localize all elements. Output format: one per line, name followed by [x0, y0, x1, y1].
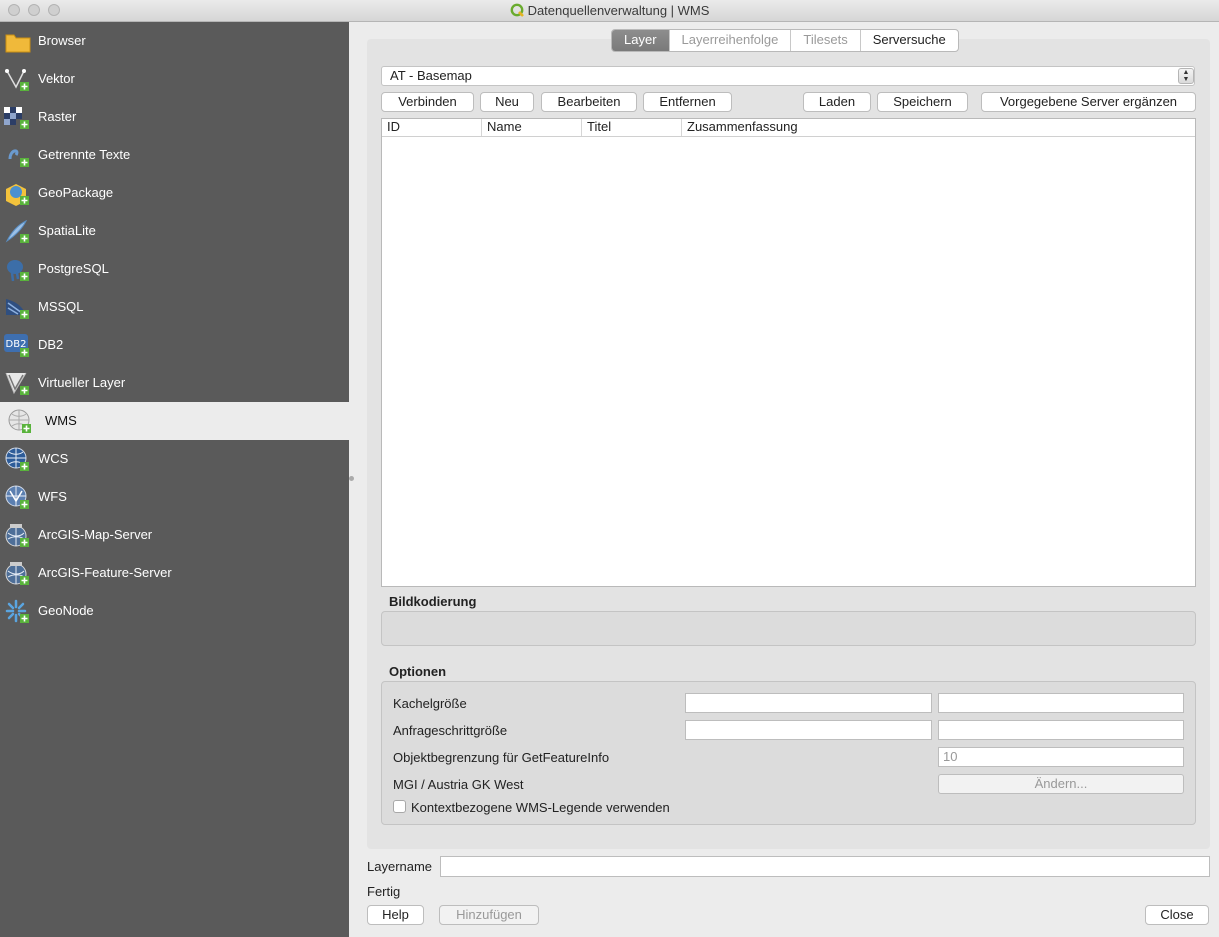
- wms-globe-icon: [6, 409, 34, 435]
- tab-tilesets[interactable]: Tilesets: [790, 30, 859, 51]
- window-title: Datenquellenverwaltung | WMS: [527, 3, 710, 18]
- postgresql-icon: [4, 257, 32, 283]
- options-heading: Optionen: [389, 664, 447, 679]
- help-button[interactable]: Help: [367, 905, 424, 925]
- sidebar-item-label: ArcGIS-Map-Server: [38, 527, 153, 542]
- updown-chevron-icon: ▲ ▼: [1178, 68, 1194, 84]
- sidebar-item-label: ArcGIS-Feature-Server: [38, 565, 172, 580]
- layername-label: Layername: [367, 859, 433, 874]
- wfs-globe-icon: [4, 485, 32, 511]
- connection-select[interactable]: AT - Basemap ▲ ▼: [381, 66, 1195, 86]
- column-header-name[interactable]: Name: [482, 119, 582, 136]
- sidebar-item-label: Browser: [38, 33, 86, 48]
- close-button[interactable]: Close: [1145, 905, 1209, 925]
- sidebar-item-label: DB2: [38, 337, 64, 352]
- geonode-icon: [4, 599, 32, 625]
- request-step-label: Anfrageschrittgröße: [393, 723, 508, 738]
- sidebar-item-wcs[interactable]: WCS: [0, 440, 349, 478]
- contextual-legend-label: Kontextbezogene WMS-Legende verwenden: [411, 800, 670, 815]
- feature-limit-label: Objektbegrenzung für GetFeatureInfo: [393, 750, 610, 765]
- sidebar-item-arcgis-feature-server[interactable]: ArcGIS-Feature-Server: [0, 554, 349, 592]
- sidebar-item-label: MSSQL: [38, 299, 84, 314]
- sidebar-item-label: SpatiaLite: [38, 223, 96, 238]
- sidebar-item-label: PostgreSQL: [38, 261, 109, 276]
- sidebar-item-raster[interactable]: Raster: [0, 98, 349, 136]
- load-button[interactable]: Laden: [803, 92, 871, 112]
- remove-button[interactable]: Entfernen: [643, 92, 732, 112]
- mssql-icon: [4, 295, 32, 321]
- column-header-title[interactable]: Titel: [582, 119, 682, 136]
- tab-bar: Layer Layerreihenfolge Tilesets Serversu…: [611, 29, 959, 52]
- connect-button[interactable]: Verbinden: [381, 92, 474, 112]
- sidebar-item-label: WCS: [38, 451, 69, 466]
- table-header: ID Name Titel Zusammenfassung: [382, 119, 1195, 137]
- edit-button[interactable]: Bearbeiten: [541, 92, 637, 112]
- arcgis-map-icon: [4, 523, 32, 549]
- sidebar-item-postgresql[interactable]: PostgreSQL: [0, 250, 349, 288]
- folder-icon: [4, 29, 32, 55]
- sidebar-item-label: GeoPackage: [38, 185, 114, 200]
- new-button[interactable]: Neu: [480, 92, 534, 112]
- qgis-logo-icon: [510, 3, 524, 20]
- tab-layer-order[interactable]: Layerreihenfolge: [668, 30, 791, 51]
- sidebar-item-browser[interactable]: Browser: [0, 22, 349, 60]
- sidebar-item-vektor[interactable]: Vektor: [0, 60, 349, 98]
- tab-server-search[interactable]: Serversuche: [859, 30, 958, 51]
- vector-icon: [4, 67, 32, 93]
- sidebar-item-virtual-layer[interactable]: Virtueller Layer: [0, 364, 349, 402]
- crs-label: MGI / Austria GK West: [393, 777, 524, 792]
- wcs-globe-icon: [4, 447, 32, 473]
- window-title-wrap: Datenquellenverwaltung | WMS: [0, 3, 1219, 20]
- sidebar-item-label: Vektor: [38, 71, 75, 86]
- sidebar-item-label: WMS: [45, 413, 77, 428]
- column-header-id[interactable]: ID: [382, 119, 482, 136]
- status-text: Fertig: [367, 884, 401, 899]
- feature-limit-input[interactable]: 10: [938, 747, 1184, 767]
- spatialite-icon: [4, 219, 32, 245]
- image-encoding-group: [381, 611, 1196, 646]
- virtual-layer-icon: [4, 371, 32, 397]
- step-width-input[interactable]: [685, 720, 932, 740]
- sidebar-item-mssql[interactable]: MSSQL: [0, 288, 349, 326]
- arcgis-feature-icon: [4, 561, 32, 587]
- change-crs-button[interactable]: Ändern...: [938, 774, 1184, 794]
- sidebar-item-label: GeoNode: [38, 603, 94, 618]
- sidebar-item-label: Raster: [38, 109, 77, 124]
- db2-icon: DB2: [4, 333, 32, 359]
- contextual-legend-checkbox[interactable]: [393, 800, 406, 813]
- sidebar-item-geopackage[interactable]: GeoPackage: [0, 174, 349, 212]
- column-header-summary[interactable]: Zusammenfassung: [682, 119, 1195, 136]
- raster-icon: [4, 105, 32, 131]
- sidebar-item-label: Getrennte Texte: [38, 147, 131, 162]
- sidebar-item-arcgis-map-server[interactable]: ArcGIS-Map-Server: [0, 516, 349, 554]
- step-height-input[interactable]: [938, 720, 1184, 740]
- tile-height-input[interactable]: [938, 693, 1184, 713]
- layer-table[interactable]: ID Name Titel Zusammenfassung: [381, 118, 1196, 587]
- tile-width-input[interactable]: [685, 693, 932, 713]
- title-bar: Datenquellenverwaltung | WMS: [0, 0, 1219, 22]
- add-button[interactable]: Hinzufügen: [439, 905, 539, 925]
- sidebar-item-spatialite[interactable]: SpatiaLite: [0, 212, 349, 250]
- sidebar-item-delimited-text[interactable]: Getrennte Texte: [0, 136, 349, 174]
- delimited-text-icon: [4, 143, 32, 169]
- layername-input[interactable]: [440, 856, 1210, 877]
- sidebar-item-label: WFS: [38, 489, 67, 504]
- source-sidebar: Browser Vektor Raster Getrennte Texte Ge…: [0, 22, 349, 937]
- connection-select-value: AT - Basemap: [390, 68, 472, 83]
- sidebar-item-geonode[interactable]: GeoNode: [0, 592, 349, 630]
- add-default-servers-button[interactable]: Vorgegebene Server ergänzen: [981, 92, 1196, 112]
- sidebar-item-label: Virtueller Layer: [38, 375, 126, 390]
- splitter-handle[interactable]: [349, 476, 354, 481]
- image-encoding-heading: Bildkodierung: [389, 594, 477, 609]
- save-button[interactable]: Speichern: [877, 92, 968, 112]
- tile-size-label: Kachelgröße: [393, 696, 467, 711]
- tab-layer[interactable]: Layer: [612, 30, 669, 51]
- sidebar-item-db2[interactable]: DB2 DB2: [0, 326, 349, 364]
- sidebar-item-wfs[interactable]: WFS: [0, 478, 349, 516]
- sidebar-item-wms[interactable]: WMS: [0, 402, 349, 440]
- geopackage-icon: [4, 181, 32, 207]
